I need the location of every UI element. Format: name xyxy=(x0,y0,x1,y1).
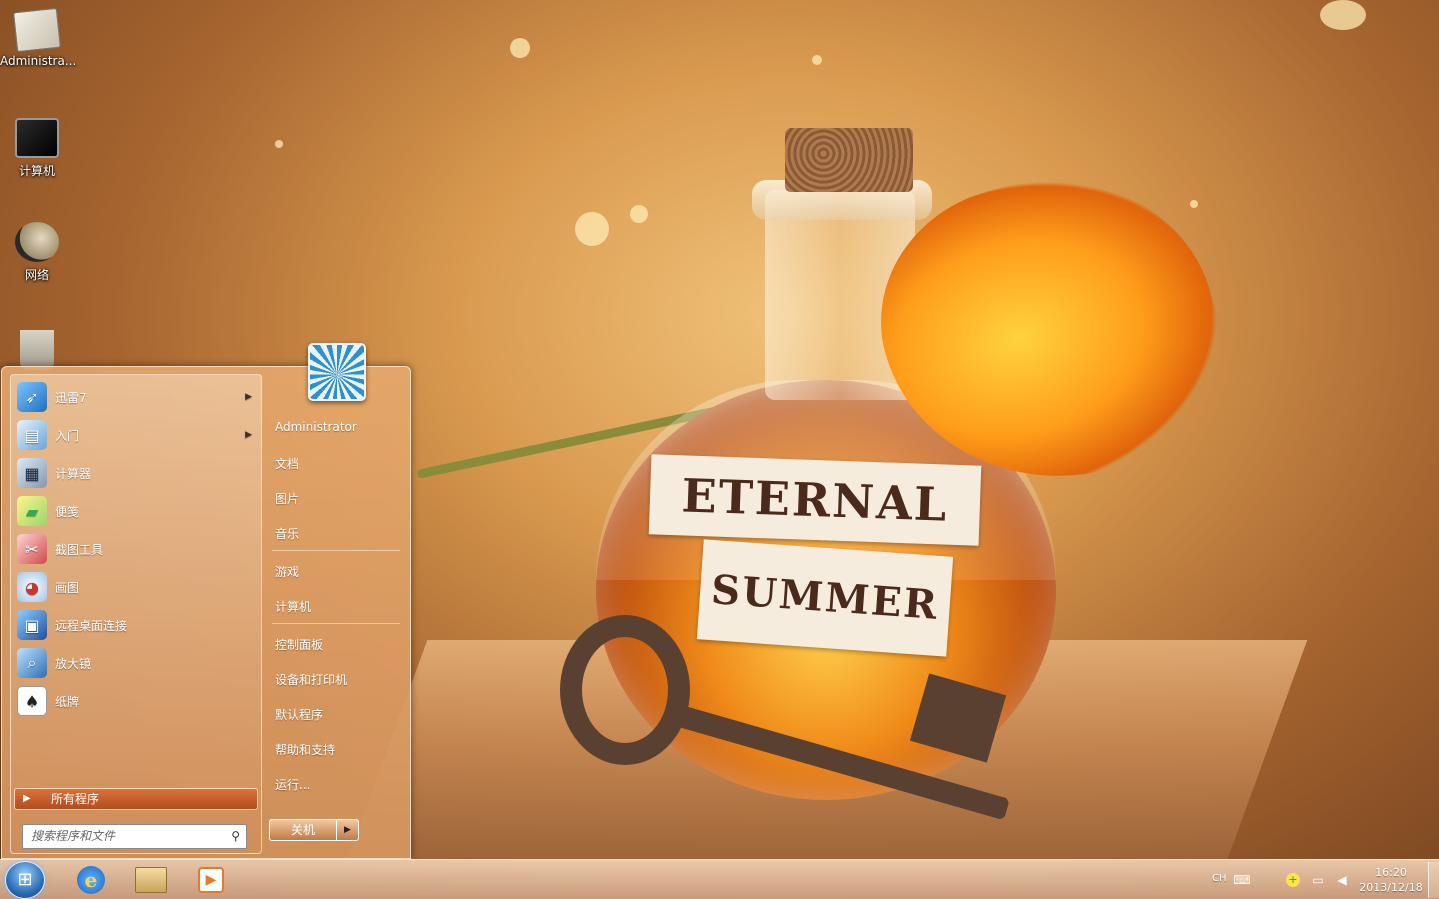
start-menu: ➶ 迅雷7 ▶ ▤ 入门 ▶ ▦ 计算器 ▰ 便笺 ✂ 截图工具 ◕ 画图 ▣ … xyxy=(1,343,411,859)
shutdown-options-arrow-icon[interactable]: ▶ xyxy=(336,820,358,840)
solitaire-icon: ♠ xyxy=(17,686,47,716)
start-item-label: 便笺 xyxy=(55,504,80,519)
taskbar-media-player[interactable]: ▶ xyxy=(190,863,232,897)
start-item-label: 远程桌面连接 xyxy=(55,618,128,633)
start-right-default-programs[interactable]: 默认程序 xyxy=(275,706,323,723)
snipping-tool-icon: ✂ xyxy=(17,534,47,564)
show-desktop-button[interactable] xyxy=(1428,862,1439,898)
start-menu-pinned-list: ➶ 迅雷7 ▶ ▤ 入门 ▶ ▦ 计算器 ▰ 便笺 ✂ 截图工具 ◕ 画图 ▣ … xyxy=(10,374,262,854)
start-right-control-panel[interactable]: 控制面板 xyxy=(275,636,323,653)
start-right-computer[interactable]: 计算机 xyxy=(275,598,311,615)
start-button[interactable]: ⊞ xyxy=(5,861,45,899)
shutdown-label: 关机 xyxy=(290,823,315,837)
menu-separator xyxy=(272,550,400,551)
start-right-pictures[interactable]: 图片 xyxy=(275,490,299,507)
all-programs-button[interactable]: ▶ 所有程序 xyxy=(14,788,258,810)
start-search-input[interactable]: 搜索程序和文件 ⚲ xyxy=(22,824,247,849)
bokeh-light xyxy=(275,140,283,148)
start-item-label: 计算器 xyxy=(55,466,92,481)
bokeh-light xyxy=(630,205,648,223)
getting-started-icon: ▤ xyxy=(17,420,47,450)
start-item-label: 画图 xyxy=(55,580,80,595)
start-right-documents[interactable]: 文档 xyxy=(275,455,299,472)
language-indicator[interactable]: CH xyxy=(1212,873,1227,884)
bokeh-light xyxy=(510,38,530,58)
bottle-label-summer: SUMMER xyxy=(696,539,954,657)
start-right-devices-printers[interactable]: 设备和打印机 xyxy=(275,671,347,688)
desktop-icon-computer[interactable]: 计算机 xyxy=(0,118,74,179)
user-folder-icon xyxy=(13,7,61,53)
submenu-arrow-icon: ▶ xyxy=(245,430,252,440)
cork xyxy=(785,128,913,192)
start-item-paint[interactable]: ◕ 画图 xyxy=(14,568,258,606)
start-item-label: 迅雷7 xyxy=(55,390,87,405)
start-item-snipping-tool[interactable]: ✂ 截图工具 xyxy=(14,530,258,568)
desktop-icon-label: 网络 xyxy=(24,268,49,282)
taskbar-internet-explorer[interactable]: e xyxy=(70,863,112,897)
desktop-icon-user-folder[interactable]: Administra... xyxy=(0,7,77,68)
menu-separator xyxy=(272,623,400,624)
internet-explorer-icon: e xyxy=(77,866,105,894)
start-item-thunder[interactable]: ➶ 迅雷7 ▶ xyxy=(14,378,258,416)
network-icon xyxy=(15,222,59,262)
bokeh-light xyxy=(575,212,609,246)
computer-icon xyxy=(15,118,59,158)
thunder-icon: ➶ xyxy=(17,382,47,412)
start-right-games[interactable]: 游戏 xyxy=(275,563,299,580)
desktop-icon-label: Administra... xyxy=(0,54,77,68)
start-item-solitaire[interactable]: ♠ 纸牌 xyxy=(14,682,258,720)
magnifier-icon: ⌕ xyxy=(17,648,47,678)
start-item-label: 放大镜 xyxy=(55,656,92,671)
sticky-notes-icon: ▰ xyxy=(17,496,47,526)
start-item-getting-started[interactable]: ▤ 入门 ▶ xyxy=(14,416,258,454)
shutdown-button[interactable]: 关机 ▶ xyxy=(269,819,359,841)
calculator-icon: ▦ xyxy=(17,458,47,488)
submenu-arrow-icon: ▶ xyxy=(245,392,252,402)
paint-icon: ◕ xyxy=(17,572,47,602)
start-right-music[interactable]: 音乐 xyxy=(275,525,299,542)
start-right-user-folder[interactable]: Administrator xyxy=(275,420,357,434)
start-item-remote-desktop[interactable]: ▣ 远程桌面连接 xyxy=(14,606,258,644)
bokeh-light xyxy=(812,55,822,65)
start-right-help-support[interactable]: 帮助和支持 xyxy=(275,741,335,758)
key-bow xyxy=(560,615,690,765)
clock-date: 2013/12/18 xyxy=(1359,881,1423,894)
start-item-magnifier[interactable]: ⌕ 放大镜 xyxy=(14,644,258,682)
remote-desktop-icon: ▣ xyxy=(17,610,47,640)
desktop-icon-network[interactable]: 网络 xyxy=(0,222,74,283)
user-picture[interactable] xyxy=(308,343,366,401)
taskbar-windows-explorer[interactable] xyxy=(130,863,172,897)
windows-explorer-icon xyxy=(135,867,167,893)
clock-time: 16:20 xyxy=(1375,866,1407,879)
start-item-calculator[interactable]: ▦ 计算器 xyxy=(14,454,258,492)
security-shield-icon[interactable]: + xyxy=(1286,873,1300,887)
start-item-sticky-notes[interactable]: ▰ 便笺 xyxy=(14,492,258,530)
start-item-label: 纸牌 xyxy=(55,694,80,709)
bottle-label-eternal: ETERNAL xyxy=(648,454,982,546)
keyboard-icon[interactable]: ⌨ xyxy=(1233,873,1250,887)
expand-arrow-icon: ▶ xyxy=(23,793,31,804)
all-programs-label: 所有程序 xyxy=(51,792,100,806)
volume-icon[interactable]: ◀ xyxy=(1334,873,1350,887)
system-clock[interactable]: 16:20 2013/12/18 xyxy=(1356,865,1426,895)
bokeh-light xyxy=(1320,0,1366,30)
search-icon[interactable]: ⚲ xyxy=(231,825,240,848)
start-item-label: 入门 xyxy=(55,428,80,443)
recycle-bin-icon xyxy=(20,330,54,370)
start-item-label: 截图工具 xyxy=(55,542,104,557)
search-placeholder: 搜索程序和文件 xyxy=(31,829,116,843)
desktop-icon-label: 计算机 xyxy=(18,164,55,178)
network-status-icon[interactable]: ▭ xyxy=(1310,873,1326,887)
start-right-run[interactable]: 运行... xyxy=(275,776,310,793)
taskbar: ⊞ e ▶ CH ⌨ + ▭ ◀ 16:20 2013/12/18 xyxy=(0,859,1439,899)
windows-logo-icon: ⊞ xyxy=(17,869,33,890)
media-player-icon: ▶ xyxy=(198,867,224,893)
bokeh-light xyxy=(1190,200,1198,208)
